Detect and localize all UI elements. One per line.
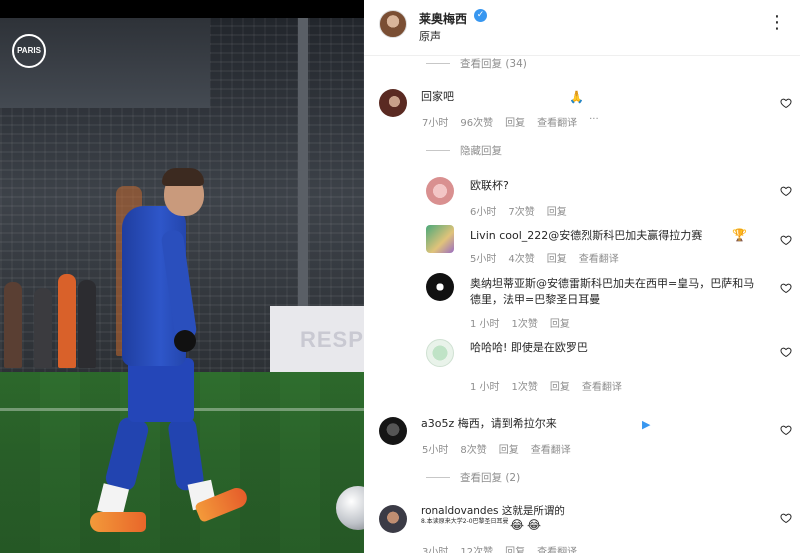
hide-replies-label: 隐藏回复	[460, 145, 502, 157]
comment-time: 7小时	[422, 118, 449, 129]
comment-subline: 8.本读原来大学2-0巴黎圣日耳曼	[421, 518, 509, 525]
comment-text: 哈哈哈! 即使是在欧罗巴	[470, 341, 588, 354]
comment-meta: 7小时 96次赞 回复 查看翻译 ···	[422, 114, 599, 129]
view-replies-label: 查看回复 (34)	[460, 58, 527, 70]
comment-time: 1 小时	[470, 382, 500, 393]
commenter-avatar[interactable]	[426, 273, 454, 301]
comment-meta: 3小时 12次赞 回复 查看翻译	[422, 543, 577, 553]
reply-button[interactable]: 回复	[550, 378, 570, 393]
comment-meta: 5小时 8次赞 回复 查看翻译	[422, 441, 571, 456]
laugh-emoji-icon: 😂😂	[510, 518, 545, 532]
heart-icon[interactable]	[780, 234, 792, 246]
more-options-icon[interactable]: ···	[589, 114, 599, 129]
reply-button[interactable]: 回复	[547, 203, 567, 218]
commenter-avatar[interactable]	[426, 177, 454, 205]
psg-logo-icon: PARIS	[12, 34, 46, 68]
likes-count[interactable]: 12次赞	[460, 543, 493, 553]
comments-panel: 莱奥梅西 ✓ 原声 ⋮ 查看回复 (34) 回家吧 🙏 7小时 96次赞 回复 …	[364, 0, 800, 553]
reply-button[interactable]: 回复	[547, 250, 567, 265]
verified-badge-icon: ✓	[474, 9, 487, 22]
staff-figure	[78, 280, 96, 368]
staff-figure	[4, 282, 22, 368]
staff-figure	[34, 288, 52, 368]
comment-text: a3o5z 梅西，请到希拉尔来	[421, 417, 557, 430]
heart-icon[interactable]	[780, 282, 792, 294]
post-video[interactable]: RESP PARIS	[0, 0, 364, 553]
divider-dash	[426, 150, 450, 151]
view-replies-toggle[interactable]: 查看回复 (2)	[426, 470, 520, 485]
top-bar	[0, 0, 364, 18]
comment-time: 1 小时	[470, 319, 500, 330]
likes-count[interactable]: 4次赞	[508, 250, 534, 265]
commenter-avatar[interactable]	[379, 89, 407, 117]
reply-button[interactable]: 回复	[550, 315, 570, 330]
heart-icon[interactable]	[780, 185, 792, 197]
translate-button[interactable]: 查看翻译	[582, 378, 622, 393]
reply-button[interactable]: 回复	[505, 543, 525, 553]
comment-meta: 6小时 7次赞 回复	[470, 203, 567, 218]
screenshot-root: RESP PARIS 莱奥梅西 ✓ 原声 ⋮ 查看回复 (34) 回家吧 🙏 7…	[0, 0, 800, 553]
comment-text-line1: 奥纳坦蒂亚斯@安德雷斯科巴加夫在西甲=皇马，巴萨和马	[470, 277, 755, 290]
reply-button[interactable]: 回复	[505, 114, 525, 129]
translate-button[interactable]: 查看翻译	[579, 250, 619, 265]
commenter-avatar[interactable]	[426, 339, 454, 367]
heart-icon[interactable]	[780, 346, 792, 358]
more-options-icon[interactable]: ⋮	[768, 12, 786, 33]
comment-time: 5小时	[470, 254, 497, 265]
translate-button[interactable]: 查看翻译	[531, 441, 571, 456]
comment-time: 3小时	[422, 547, 449, 553]
commenter-avatar[interactable]	[426, 225, 454, 253]
comment-meta: 1 小时 1次赞 回复 查看翻译	[470, 378, 622, 393]
reply-button[interactable]: 回复	[499, 441, 519, 456]
likes-count[interactable]: 1次赞	[512, 315, 538, 330]
ad-banner: RESP	[270, 306, 364, 374]
likes-count[interactable]: 96次赞	[460, 114, 493, 129]
likes-count[interactable]: 1次赞	[512, 378, 538, 393]
comment-text: 欧联杯?	[470, 179, 509, 192]
commenter-avatar[interactable]	[379, 417, 407, 445]
translate-button[interactable]: 查看翻译	[537, 543, 577, 553]
comment-text-line2: 德里，法甲=巴黎圣日耳曼	[470, 293, 601, 306]
pray-emoji-icon: 🙏	[569, 90, 584, 104]
post-header: 莱奥梅西 ✓ 原声 ⋮	[364, 0, 800, 56]
comment-text: ronaldovandes 这就是所谓的	[421, 505, 565, 517]
comment-text: Livin cool_222@安德烈斯科巴加夫赢得拉力赛	[470, 229, 703, 242]
heart-icon[interactable]	[780, 97, 792, 109]
staff-figure	[58, 274, 76, 368]
divider-dash	[426, 477, 450, 478]
comment-meta: 1 小时 1次赞 回复	[470, 315, 570, 330]
play-arrow-icon: ▶	[642, 418, 651, 431]
view-replies-toggle[interactable]: 查看回复 (34)	[426, 56, 527, 71]
translate-button[interactable]: 查看翻译	[537, 114, 577, 129]
heart-icon[interactable]	[780, 424, 792, 436]
divider-dash	[426, 63, 450, 64]
comment-text: 回家吧	[421, 90, 454, 103]
author-avatar[interactable]	[379, 10, 407, 38]
comment-time: 5小时	[422, 445, 449, 456]
likes-count[interactable]: 7次赞	[508, 203, 534, 218]
comment-meta: 5小时 4次赞 回复 查看翻译	[470, 250, 619, 265]
commenter-avatar[interactable]	[379, 505, 407, 533]
likes-count[interactable]: 8次赞	[460, 441, 486, 456]
view-replies-label: 查看回复 (2)	[460, 472, 521, 484]
trophy-emoji-icon: 🏆	[732, 228, 747, 242]
author-username[interactable]: 莱奥梅西	[419, 10, 467, 27]
audio-label[interactable]: 原声	[419, 28, 441, 44]
heart-icon[interactable]	[780, 512, 792, 524]
comment-time: 6小时	[470, 207, 497, 218]
hide-replies-toggle[interactable]: 隐藏回复	[426, 143, 502, 158]
